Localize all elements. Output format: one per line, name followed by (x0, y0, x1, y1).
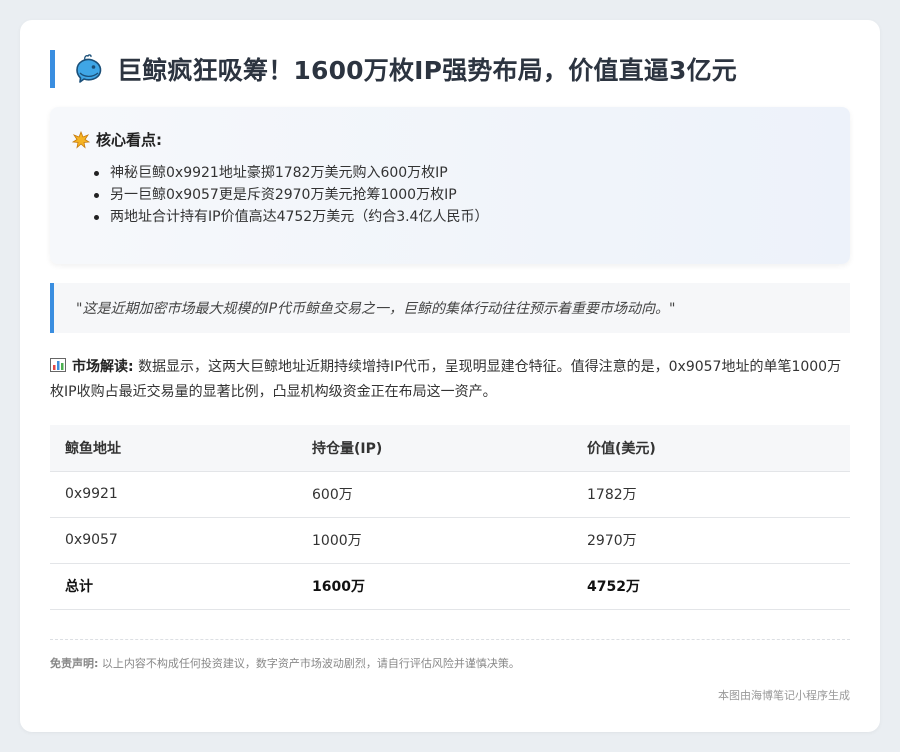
analysis-label: 市场解读: (72, 359, 134, 375)
highlights-heading-text: 核心看点: (96, 131, 162, 149)
holdings-table: 鲸鱼地址 持仓量(IP) 价值(美元) 0x9921 600万 1782万 0x… (50, 425, 850, 610)
table-cell: 1000万 (297, 517, 572, 564)
analysis-paragraph: 市场解读: 数据显示，这两大巨鲸地址近期持续增持IP代币，呈现明显建仓特征。值得… (50, 355, 850, 405)
disclaimer-label: 免责声明: (50, 657, 99, 670)
highlights-box: 核心看点: 神秘巨鲸0x9921地址豪掷1782万美元购入600万枚IP 另一巨… (50, 107, 850, 264)
disclaimer-text: 以上内容不构成任何投资建议，数字资产市场波动剧烈，请自行评估风险并谨慎决策。 (101, 657, 520, 670)
whale-icon (76, 54, 102, 83)
table-row: 0x9921 600万 1782万 (50, 471, 850, 518)
quote-block: "这是近期加密市场最大规模的IP代币鲸鱼交易之一，巨鲸的集体行动往往预示着重要市… (50, 283, 850, 333)
disclaimer: 免责声明: 以上内容不构成任何投资建议，数字资产市场波动剧烈，请自行评估风险并谨… (50, 655, 520, 671)
footer-credit: 本图由海博笔记小程序生成 (718, 689, 850, 702)
table-cell: 2970万 (572, 517, 850, 564)
table-cell: 600万 (297, 471, 572, 518)
table-header: 鲸鱼地址 (50, 425, 297, 472)
list-item: 另一巨鲸0x9057更是斥资2970万美元抢筹1000万枚IP (93, 184, 488, 206)
table-cell: 0x9921 (50, 471, 297, 518)
bar-chart-icon (50, 358, 66, 372)
table-cell: 4752万 (572, 563, 850, 610)
star-burst-icon (72, 130, 90, 149)
divider (50, 639, 850, 640)
table-cell: 1600万 (297, 563, 572, 610)
table-header: 价值(美元) (572, 425, 850, 472)
page-title: 巨鲸疯狂吸筹！1600万枚IP强势布局，价值直逼3亿元 (117, 56, 738, 85)
list-item: 两地址合计持有IP价值高达4752万美元（约合3.4亿人民币） (93, 206, 488, 228)
table-cell: 0x9057 (50, 517, 297, 564)
table-header: 持仓量(IP) (297, 425, 572, 472)
title-row: 巨鲸疯狂吸筹！1600万枚IP强势布局，价值直逼3亿元 (50, 50, 737, 88)
analysis-text: 数据显示，这两大巨鲸地址近期持续增持IP代币，呈现明显建仓特征。值得注意的是，0… (50, 359, 842, 400)
table-row: 0x9057 1000万 2970万 (50, 517, 850, 564)
list-item: 神秘巨鲸0x9921地址豪掷1782万美元购入600万枚IP (93, 162, 488, 184)
table-cell: 1782万 (572, 471, 850, 518)
table-total-row: 总计 1600万 4752万 (50, 563, 850, 610)
table-cell: 总计 (50, 563, 297, 610)
highlights-list: 神秘巨鲸0x9921地址豪掷1782万美元购入600万枚IP 另一巨鲸0x905… (93, 162, 488, 228)
highlights-heading: 核心看点: (72, 129, 162, 150)
article-card: 巨鲸疯狂吸筹！1600万枚IP强势布局，价值直逼3亿元 核心看点: 神秘巨鲸0x… (20, 20, 880, 732)
table-header-row: 鲸鱼地址 持仓量(IP) 价值(美元) (50, 425, 850, 472)
